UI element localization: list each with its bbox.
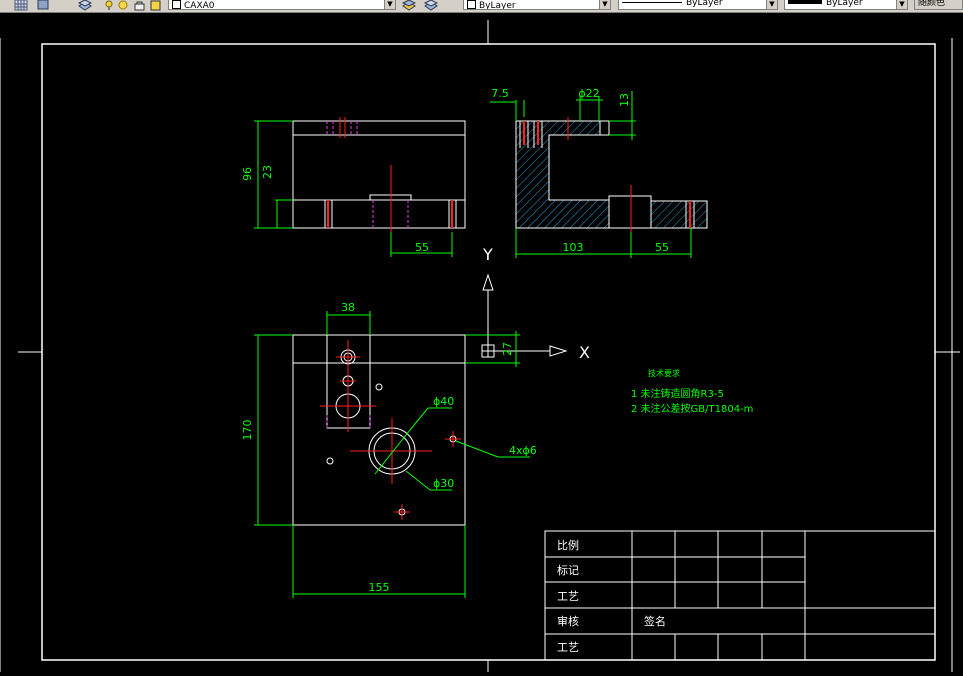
layer-state-icon[interactable] <box>36 0 50 11</box>
dim-170: 170 <box>241 420 254 441</box>
title-block-scale: 比例 <box>557 538 579 552</box>
title-block-signature: 签名 <box>644 614 666 628</box>
dim-phi22: ϕ22 <box>578 87 599 100</box>
plotstyle-dropdown[interactable]: 随颜色 <box>914 0 963 10</box>
dim-23: 23 <box>261 165 274 179</box>
layer-color-swatch <box>172 0 181 9</box>
lineweight-sample <box>788 0 822 4</box>
lineweight-dropdown-value: ByLayer <box>826 0 863 8</box>
lineweight-dropdown[interactable]: ByLayer ▼ <box>784 0 908 10</box>
drawing-border <box>0 20 960 672</box>
axis-x-label: X <box>579 343 590 362</box>
title-block-process-2: 工艺 <box>557 641 579 654</box>
notes-line-1: 1 未注铸造圆角R3-5 <box>631 387 724 400</box>
chevron-down-icon[interactable]: ▼ <box>766 0 777 9</box>
title-block-mark: 标记 <box>557 563 579 577</box>
ucs-axis-icon <box>481 273 568 358</box>
color-dropdown[interactable]: ByLayer ▼ <box>463 0 611 10</box>
notes-title: 技术要求 <box>648 368 680 378</box>
top-view <box>254 311 530 598</box>
dim-phi30: ϕ30 <box>433 477 454 490</box>
drawing-svg: 96 23 55 7.5 ϕ22 13 103 55 Y X 38 27 170… <box>0 20 960 672</box>
dim-96: 96 <box>241 167 254 181</box>
dim-13: 13 <box>618 93 631 107</box>
layer-on-lightbulb-icon[interactable] <box>104 0 118 11</box>
front-view <box>254 117 466 257</box>
layer-dropdown-value: CAXA0 <box>184 1 215 10</box>
axis-y-label: Y <box>482 245 493 264</box>
layer-freeze-sun-icon[interactable] <box>117 0 131 11</box>
side-view <box>490 91 708 258</box>
plotstyle-dropdown-value: 随颜色 <box>918 0 946 8</box>
dim-55-side: 55 <box>655 241 669 254</box>
chevron-down-icon[interactable]: ▼ <box>599 0 610 9</box>
color-swatch <box>467 0 476 9</box>
layer-lock-icon[interactable] <box>133 0 147 11</box>
chevron-down-icon[interactable]: ▼ <box>384 0 395 9</box>
title-block-review: 审核 <box>557 614 579 628</box>
dim-103: 103 <box>563 241 584 254</box>
layer-previous-icon[interactable] <box>424 0 438 11</box>
dim-phi40: ϕ40 <box>433 395 454 408</box>
dim-27: 27 <box>501 342 514 356</box>
cad-toolbar: CAXA0 ▼ ByLayer ▼ ByLayer ▼ ByLayer ▼ 随颜… <box>0 0 963 13</box>
dim-4xphi6: 4xϕ6 <box>509 444 537 457</box>
layer-dropdown[interactable]: CAXA0 ▼ <box>168 0 396 10</box>
dim-155: 155 <box>369 581 390 594</box>
make-object-layer-current-icon[interactable] <box>402 0 416 11</box>
linetype-sample <box>622 2 682 3</box>
title-block-process: 工艺 <box>557 590 579 603</box>
layer-color-swatch-icon[interactable] <box>149 0 163 11</box>
linetype-dropdown[interactable]: ByLayer ▼ <box>618 0 778 10</box>
notes-line-2: 2 未注公差按GB/T1804-m <box>631 402 753 415</box>
dim-38: 38 <box>341 301 355 314</box>
dim-7-5: 7.5 <box>491 87 509 100</box>
linetype-dropdown-value: ByLayer <box>686 0 723 8</box>
chevron-down-icon[interactable]: ▼ <box>896 0 907 9</box>
drawing-canvas[interactable]: 96 23 55 7.5 ϕ22 13 103 55 Y X 38 27 170… <box>0 13 963 672</box>
title-block <box>544 530 936 661</box>
layers-manager-icon[interactable] <box>78 0 92 11</box>
grid-tool-icon[interactable] <box>14 0 28 11</box>
color-dropdown-value: ByLayer <box>479 1 516 10</box>
dim-55-front: 55 <box>415 241 429 254</box>
